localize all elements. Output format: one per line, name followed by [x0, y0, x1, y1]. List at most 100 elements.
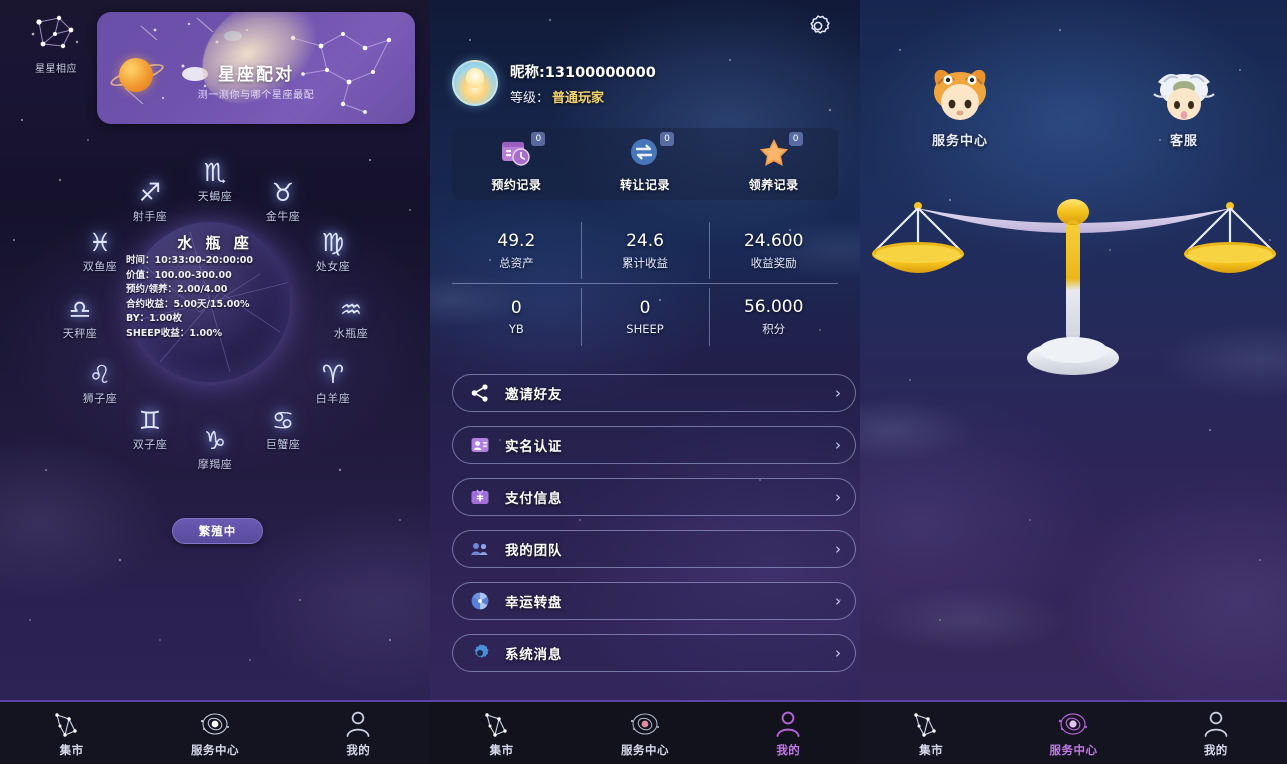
record-transfer[interactable]: 0 转让记录 — [581, 131, 710, 193]
stat-points: 56.000 积分 — [709, 284, 838, 350]
breeding-status-button[interactable]: 繁殖中 — [172, 518, 263, 544]
person-icon — [717, 709, 860, 741]
menu-item-my-team[interactable]: 我的团队 › — [452, 530, 856, 568]
zodiac-detail-stats: 时间：10:33:00-20:00:00 价值：100.00-300.00 预约… — [126, 254, 302, 341]
calendar-clock-icon: 0 — [499, 131, 546, 170]
aries-glyph-icon: ♈ — [321, 360, 345, 389]
zodiac-sign-label: 处女座 — [315, 260, 351, 273]
wheel-icon — [469, 590, 491, 612]
level-label: 等级： — [510, 90, 550, 106]
zodiac-sign-label: 巨蟹座 — [265, 438, 301, 451]
wallet-icon — [469, 486, 491, 508]
service-center-entry[interactable]: 服务中心 — [900, 62, 1020, 149]
nav-item-mine[interactable]: 我的 — [717, 709, 860, 758]
user-text-block: 昵称:13100000000 等级： 普通玩家 — [510, 61, 656, 106]
stat-total-assets: 49.2 总资产 — [452, 218, 581, 283]
constellation-icon — [860, 709, 1002, 741]
zodiac-sign-aries[interactable]: ♈ 白羊座 — [295, 362, 371, 406]
zodiac-sign-label: 水瓶座 — [333, 327, 369, 340]
profile-body: 昵称:13100000000 等级： 普通玩家 0 预约记录 0 转让记录 0 … — [430, 0, 860, 700]
gear-icon — [469, 642, 491, 664]
zodiac-wheel: ♏ 天蝎座 ♐ 射手座 ♉ 金牛座 ♓ 双鱼座 ♍ 处女座 ♎ 天秤座 ♒ 水瓶… — [0, 150, 430, 544]
zodiac-sign-scorpio[interactable]: ♏ 天蝎座 — [177, 160, 253, 204]
detail-line-by: BY：1.00枚 — [126, 313, 183, 324]
user-level-row: 等级： 普通玩家 — [510, 87, 656, 106]
nav-label: 集市 — [59, 742, 84, 757]
record-label: 领养记录 — [748, 177, 799, 192]
galaxy-icon — [143, 709, 286, 741]
planet-art — [119, 58, 153, 92]
zodiac-sign-cancer[interactable]: ♋ 巨蟹座 — [245, 408, 321, 452]
chevron-right-icon: › — [835, 488, 841, 506]
nav-item-service[interactable]: 服务中心 — [143, 709, 286, 758]
zodiac-sign-leo[interactable]: ♌ 狮子座 — [62, 362, 138, 406]
nav-item-mine[interactable]: 我的 — [1145, 709, 1287, 758]
stat-value: 49.2 — [497, 230, 536, 251]
menu-item-real-name-auth[interactable]: 实名认证 › — [452, 426, 856, 464]
zodiac-sign-aquarius[interactable]: ♒ 水瓶座 — [313, 297, 389, 341]
nav-label: 服务中心 — [1049, 742, 1098, 757]
constellation-icon — [430, 709, 573, 741]
market-body: 星星相应 星座配对 测一测你与哪个星座最配 ♏ 天蝎座 ♐ 射手座 ♉ 金牛座 … — [0, 0, 430, 700]
star-response-label: 星星相应 — [35, 64, 77, 75]
aquarius-glyph-icon: ♒ — [339, 295, 363, 324]
nav-label: 集市 — [489, 742, 514, 757]
customer-service-entry[interactable]: 客服 — [1124, 62, 1244, 149]
chevron-right-icon: › — [835, 436, 841, 454]
stat-label: 收益奖励 — [750, 255, 797, 270]
menu-item-lucky-wheel[interactable]: 幸运转盘 › — [452, 582, 856, 620]
constellation-icon — [0, 709, 143, 741]
id-card-icon — [469, 434, 491, 456]
zodiac-match-banner[interactable]: 星座配对 测一测你与哪个星座最配 — [97, 12, 415, 124]
record-badge: 0 — [788, 131, 803, 146]
share-icon — [469, 382, 491, 404]
zodiac-sign-capricorn[interactable]: ♑ 摩羯座 — [177, 428, 253, 472]
record-booking[interactable]: 0 预约记录 — [452, 131, 581, 193]
nav-item-market[interactable]: 集市 — [860, 709, 1002, 758]
stat-value: 0 — [510, 298, 522, 318]
menu-item-invite-friends[interactable]: 邀请好友 › — [452, 374, 856, 412]
three-panel-screenshot: 星星相应 星座配对 测一测你与哪个星座最配 ♏ 天蝎座 ♐ 射手座 ♉ 金牛座 … — [0, 0, 1287, 764]
leo-glyph-icon: ♌ — [88, 360, 112, 389]
menu-label: 支付信息 — [505, 491, 563, 507]
zodiac-sign-sagittarius[interactable]: ♐ 射手座 — [112, 180, 188, 224]
records-bar: 0 预约记录 0 转让记录 0 领养记录 — [452, 128, 838, 200]
nav-item-market[interactable]: 集市 — [0, 709, 143, 758]
record-adopt[interactable]: 0 领养记录 — [709, 131, 838, 193]
nav-label: 我的 — [346, 742, 371, 757]
nav-item-service[interactable]: 服务中心 — [1002, 709, 1144, 758]
chevron-right-icon: › — [835, 592, 841, 610]
zodiac-sign-libra[interactable]: ♎ 天秤座 — [42, 297, 118, 341]
galaxy-icon — [573, 709, 716, 741]
nav-item-market[interactable]: 集市 — [430, 709, 573, 758]
bottom-nav-market: 集市 服务中心 我的 — [0, 700, 430, 764]
menu-item-payment-info[interactable]: 支付信息 › — [452, 478, 856, 516]
galaxy-icon — [1002, 709, 1144, 741]
nav-item-mine[interactable]: 我的 — [287, 709, 430, 758]
stat-label: 积分 — [762, 322, 786, 336]
record-label: 预约记录 — [491, 177, 542, 192]
dragon-mascot-icon — [1124, 62, 1244, 128]
star-icon: 0 — [757, 131, 803, 170]
banner-title: 星座配对 — [218, 65, 294, 85]
stat-value: 24.600 — [743, 230, 804, 251]
nav-label: 服务中心 — [190, 742, 239, 757]
star-response-entry[interactable]: 星星相应 — [18, 12, 94, 75]
settings-button[interactable] — [804, 12, 832, 40]
menu-item-system-messages[interactable]: 系统消息 › — [452, 634, 856, 672]
nav-label: 集市 — [919, 742, 944, 757]
cancer-glyph-icon: ♋ — [271, 406, 295, 435]
stat-value: 56.000 — [743, 297, 804, 317]
chevron-right-icon: › — [835, 540, 841, 558]
person-icon — [1145, 709, 1287, 741]
nav-label: 我的 — [1203, 742, 1228, 757]
menu-label: 系统消息 — [505, 647, 563, 663]
bottom-nav-service: 集市 服务中心 我的 — [860, 700, 1287, 764]
stats-grid: 49.2 总资产 24.6 累计收益 24.600 收益奖励 0 YB 0 SH… — [452, 218, 838, 350]
nav-item-service[interactable]: 服务中心 — [573, 709, 716, 758]
avatar[interactable] — [452, 60, 498, 106]
stat-label: SHEEP — [626, 322, 664, 336]
stat-value: 24.6 — [626, 230, 664, 251]
zodiac-sign-label: 摩羯座 — [197, 458, 233, 471]
zodiac-sign-taurus[interactable]: ♉ 金牛座 — [245, 180, 321, 224]
